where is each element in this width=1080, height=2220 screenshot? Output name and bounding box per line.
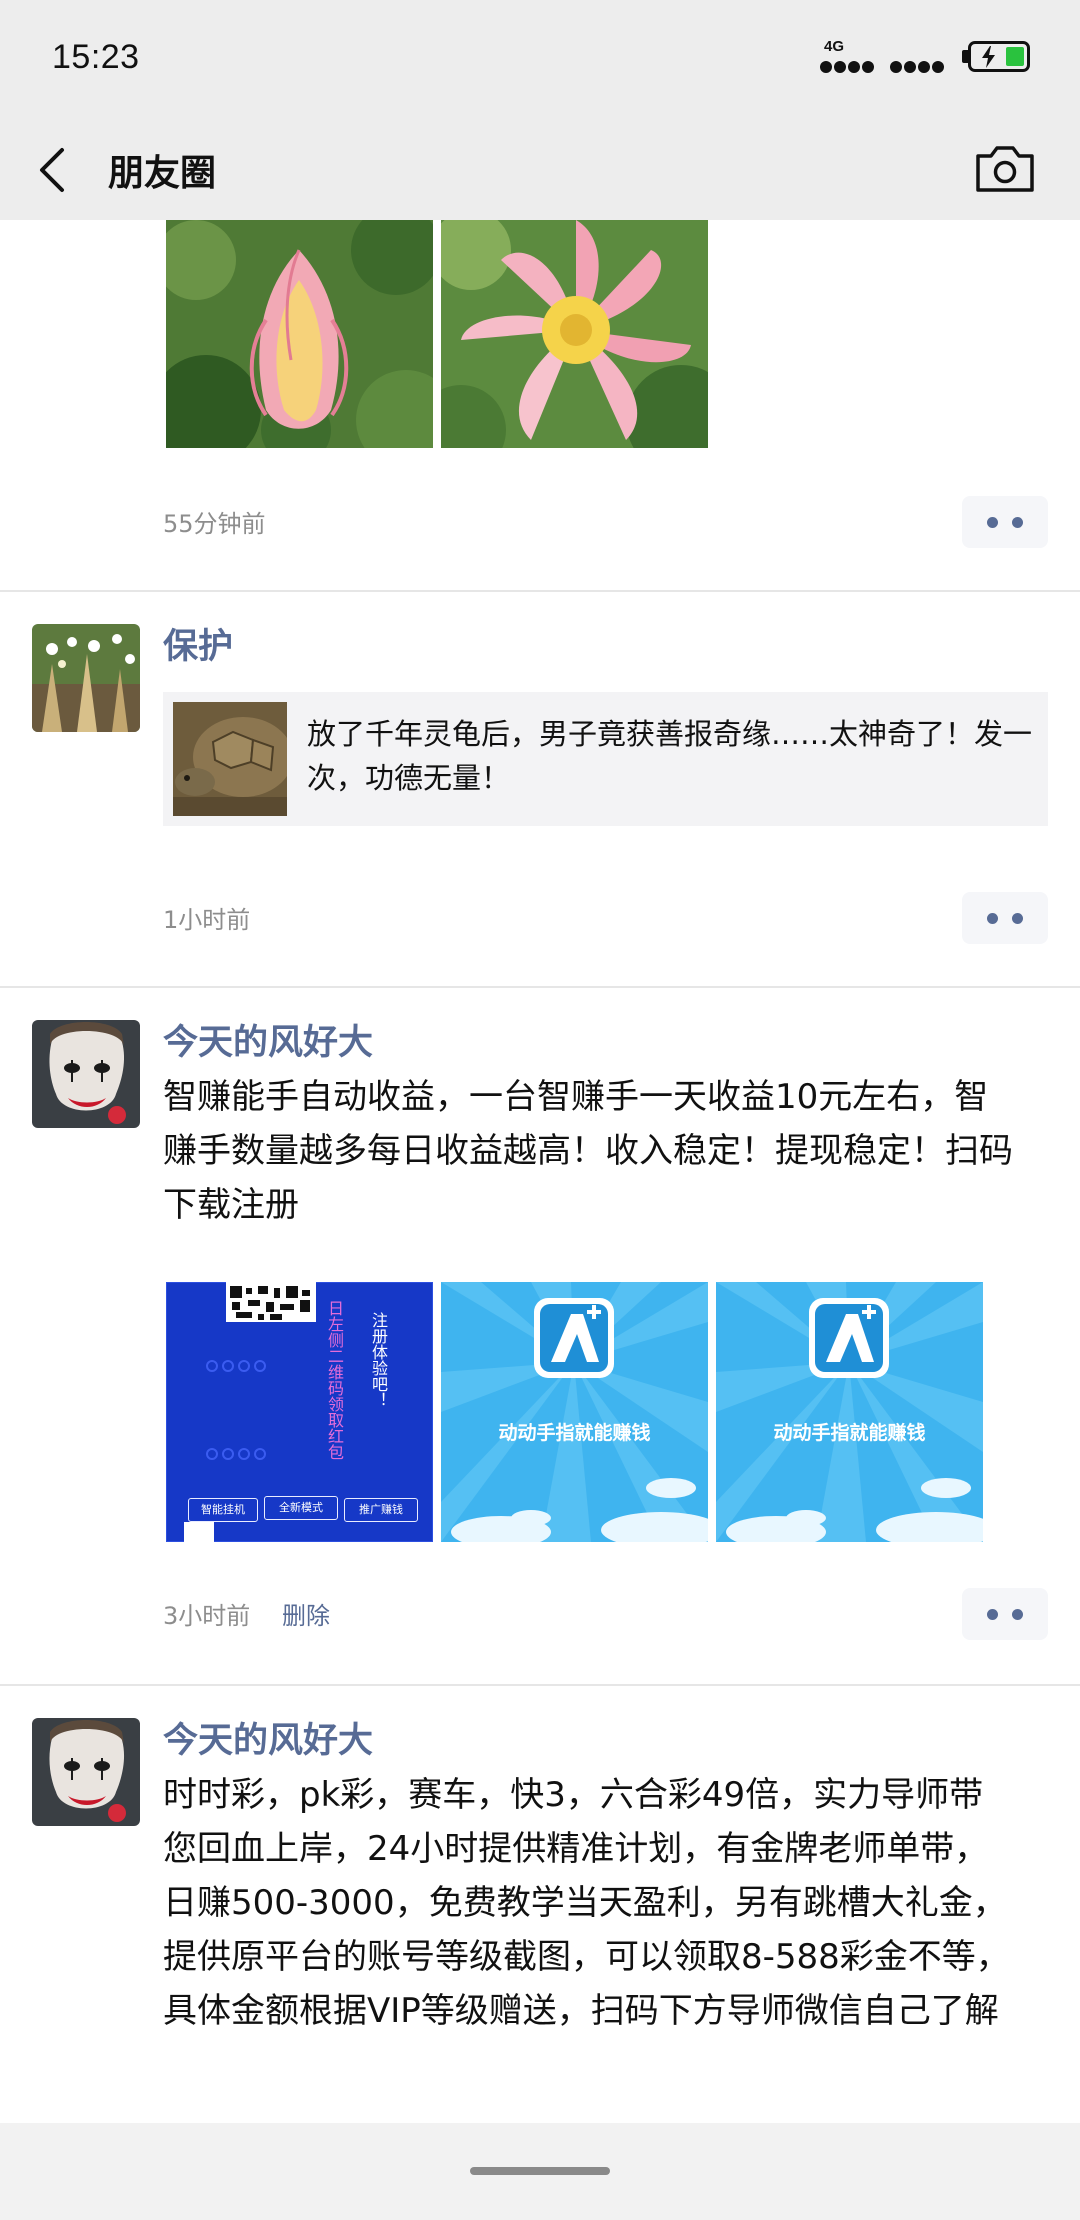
- poster-vertical-text: 日左侧二维码领取红包: [325, 1300, 344, 1460]
- more-actions-button[interactable]: [962, 892, 1048, 944]
- more-dot: [987, 1609, 998, 1620]
- page-title: 朋友圈: [108, 153, 217, 194]
- app-poster-caption: 动动手指就能赚钱: [498, 1422, 651, 1444]
- battery-icon: [968, 41, 1030, 72]
- avatar[interactable]: [32, 1020, 140, 1128]
- header: 朋友圈: [0, 120, 1080, 220]
- link-thumbnail: [173, 702, 287, 816]
- clown-face-avatar-image: [32, 1718, 140, 1826]
- more-actions-button[interactable]: [962, 496, 1048, 548]
- post-time: 1小时前: [163, 906, 251, 934]
- app-poster-background: [441, 1282, 708, 1542]
- poster-button: 智能挂机: [188, 1498, 258, 1522]
- avatar[interactable]: [32, 1718, 140, 1826]
- back-button[interactable]: [30, 138, 90, 202]
- poster-button: 推广赚钱: [344, 1498, 418, 1522]
- lotus-flower-image: [441, 220, 708, 448]
- post-text: 时时彩，pk彩，赛车，快3，六合彩49倍，实力导师带您回血上岸，24小时提供精准…: [163, 1775, 1010, 2031]
- shared-link-card[interactable]: 放了千年灵龟后，男子竟获善报奇缘……太神奇了！发一次，功德无量！: [163, 692, 1048, 826]
- post-time: 55分钟前: [163, 510, 266, 538]
- chevron-left-icon: [40, 148, 64, 192]
- status-bar: 15:23 4G: [0, 0, 1080, 120]
- grass-flowers-avatar-image: [32, 624, 140, 732]
- more-dot: [987, 517, 998, 528]
- more-dot: [1012, 517, 1023, 528]
- poster-button: 全新模式: [264, 1496, 338, 1520]
- status-time: 15:23: [52, 38, 140, 76]
- camera-icon: [976, 146, 1034, 192]
- moment-post: 今天的风好大 智赚能手自动收益，一台智赚手一天收益10元左右，智赚手数量越多每日…: [0, 988, 1080, 1688]
- poster-vertical-text: 注册体验吧！: [369, 1312, 388, 1408]
- app-poster-background: [716, 1282, 983, 1542]
- charging-bolt-icon: [982, 46, 995, 68]
- nickname[interactable]: 今天的风好大: [163, 1712, 373, 1763]
- post-time: 3小时前: [163, 1602, 251, 1630]
- camera-button[interactable]: [972, 136, 1038, 200]
- post-image-lotus-bud[interactable]: [166, 220, 433, 448]
- tortoise-image: [173, 702, 287, 816]
- moment-post: 55分钟前: [0, 220, 1080, 590]
- post-image-app-poster[interactable]: 动动手指就能赚钱: [441, 1282, 708, 1542]
- post-text: 智赚能手自动收益，一台智赚手一天收益10元左右，智赚手数量越多每日收益越高！收入…: [163, 1077, 1013, 1225]
- post-image-app-poster[interactable]: 动动手指就能赚钱: [716, 1282, 983, 1542]
- link-title: 放了千年灵龟后，男子竟获善报奇缘……太神奇了！发一次，功德无量！: [307, 717, 1033, 795]
- more-dot: [987, 913, 998, 924]
- home-indicator[interactable]: [470, 2167, 610, 2175]
- app-poster-caption: 动动手指就能赚钱: [773, 1422, 926, 1444]
- more-dot: [1012, 913, 1023, 924]
- more-actions-button[interactable]: [962, 1588, 1048, 1640]
- avatar[interactable]: [32, 624, 140, 732]
- moments-feed[interactable]: 55分钟前 保护 放了千年灵龟后，男子竟获善报奇缘……太神奇了！发一次，功德无量…: [0, 220, 1080, 2123]
- nickname[interactable]: 今天的风好大: [163, 1014, 373, 1065]
- post-image-lotus-flower[interactable]: [441, 220, 708, 448]
- moment-post: 今天的风好大 时时彩，pk彩，赛车，快3，六合彩49倍，实力导师带您回血上岸，2…: [0, 1686, 1080, 2123]
- moment-post: 保护 放了千年灵龟后，男子竟获善报奇缘……太神奇了！发一次，功德无量！ 1小时前: [0, 592, 1080, 988]
- network-type-label: 4G: [824, 38, 845, 55]
- more-dot: [1012, 1609, 1023, 1620]
- nickname[interactable]: 保护: [163, 618, 233, 669]
- clown-face-avatar-image: [32, 1020, 140, 1128]
- lotus-bud-image: [166, 220, 433, 448]
- system-navigation-bar: [0, 2123, 1080, 2220]
- battery-level: [1006, 47, 1024, 66]
- delete-post-link[interactable]: 删除: [282, 1596, 330, 1631]
- post-image-qr-poster[interactable]: 日左侧二维码领取红包 注册体验吧！ 智能挂机 全新模式 推广赚钱: [166, 1282, 433, 1542]
